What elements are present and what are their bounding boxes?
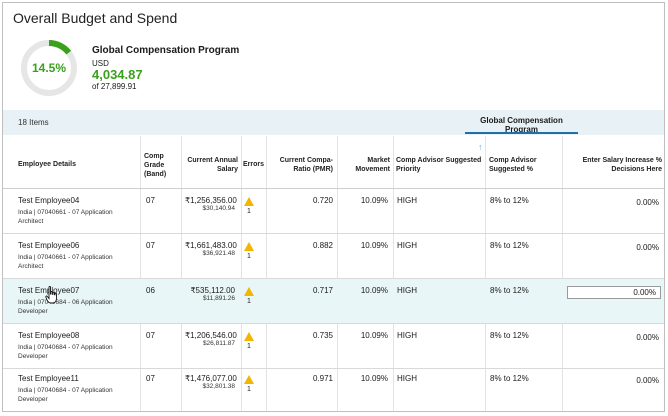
table-row[interactable]: Test Employee08 India | 07040684 - 07 Ap… — [3, 324, 664, 369]
header-salary-increase[interactable]: Enter Salary Increase % Decisions Here — [565, 156, 662, 174]
comp-grade: 07 — [146, 374, 155, 383]
salary-local: ₹1,661,483.00 — [185, 241, 237, 250]
budget-total: of 27,899.91 — [92, 82, 137, 91]
salary-increase-value[interactable]: 0.00% — [599, 243, 659, 252]
sort-ascending-icon[interactable]: ↑ — [478, 142, 483, 152]
compa-ratio: 0.971 — [312, 374, 333, 383]
salary-usd: $26,811.87 — [202, 340, 235, 347]
salary-local: ₹1,206,546.00 — [185, 331, 237, 340]
salary-usd: $32,801.38 — [202, 383, 235, 390]
header-suggested-priority[interactable]: Comp Advisor Suggested Priority — [396, 156, 484, 174]
header-employee-details[interactable]: Employee Details — [18, 160, 76, 169]
compa-ratio: 0.720 — [312, 196, 333, 205]
suggested-priority: HIGH — [397, 286, 417, 295]
salary-local: ₹1,256,356.00 — [185, 196, 237, 205]
suggested-percent: 8% to 12% — [490, 331, 529, 340]
salary-local: ₹1,476,077.00 — [185, 374, 237, 383]
suggested-percent: 8% to 12% — [490, 286, 529, 295]
compa-ratio: 0.717 — [312, 286, 333, 295]
suggested-priority: HIGH — [397, 196, 417, 205]
header-current-salary[interactable]: Current Annual Salary — [184, 156, 238, 174]
market-movement: 10.09% — [360, 374, 388, 383]
suggested-priority: HIGH — [397, 374, 417, 383]
employee-details: India | 07040661 - 07 Application Archit… — [18, 209, 113, 225]
header-suggested-percent[interactable]: Comp Advisor Suggested % — [489, 156, 559, 174]
hand-cursor-icon — [45, 286, 57, 304]
budget-percent: 14.5% — [31, 61, 67, 75]
error-count[interactable]: 1 — [247, 253, 251, 260]
compa-ratio: 0.882 — [312, 241, 333, 250]
salary-usd: $11,891.26 — [202, 295, 235, 302]
warning-icon[interactable] — [244, 197, 254, 206]
employee-details: India | 07040684 - 07 Application Develo… — [18, 344, 113, 360]
salary-increase-value[interactable]: 0.00% — [599, 376, 659, 385]
table-row-selected[interactable]: Test Employee07 India | 07040684 - 06 Ap… — [3, 279, 664, 324]
table-header: Employee Details Comp Grade (Band) Curre… — [3, 136, 664, 189]
page-title: Overall Budget and Spend — [13, 10, 178, 26]
header-comp-grade[interactable]: Comp Grade (Band) — [144, 152, 178, 179]
warning-icon[interactable] — [244, 287, 254, 296]
salary-usd: $30,140.94 — [202, 205, 235, 212]
table-row[interactable]: Test Employee11 India | 07040684 - 07 Ap… — [3, 367, 664, 411]
market-movement: 10.09% — [360, 241, 388, 250]
header-errors[interactable]: Errors — [243, 160, 264, 169]
warning-icon[interactable] — [244, 332, 254, 341]
header-compa-ratio[interactable]: Current Compa-Ratio (PMR) — [269, 156, 333, 174]
suggested-priority: HIGH — [397, 331, 417, 340]
employee-name[interactable]: Test Employee06 — [18, 241, 79, 250]
table-row[interactable]: Test Employee04 India | 07040661 - 07 Ap… — [3, 189, 664, 234]
market-movement: 10.09% — [360, 331, 388, 340]
salary-usd: $36,921.48 — [202, 250, 235, 257]
salary-increase-input[interactable]: 0.00% — [567, 286, 661, 299]
market-movement: 10.09% — [360, 196, 388, 205]
suggested-percent: 8% to 12% — [490, 374, 529, 383]
header-market-movement[interactable]: Market Movement — [340, 156, 390, 174]
employee-name[interactable]: Test Employee04 — [18, 196, 79, 205]
suggested-percent: 8% to 12% — [490, 196, 529, 205]
error-count[interactable]: 1 — [247, 386, 251, 393]
salary-increase-value[interactable]: 0.00% — [599, 333, 659, 342]
employee-details: India | 07040684 - 06 Application Develo… — [18, 299, 113, 315]
error-count[interactable]: 1 — [247, 298, 251, 305]
active-tab-indicator — [465, 132, 578, 134]
comp-grade: 07 — [146, 241, 155, 250]
suggested-percent: 8% to 12% — [490, 241, 529, 250]
compa-ratio: 0.735 — [312, 331, 333, 340]
employee-details: India | 07040684 - 07 Application Develo… — [18, 387, 113, 403]
warning-icon[interactable] — [244, 375, 254, 384]
items-count: 18 Items — [18, 118, 49, 127]
employee-details: India | 07040661 - 07 Application Archit… — [18, 254, 113, 270]
program-name: Global Compensation Program — [92, 45, 240, 56]
compensation-panel: Overall Budget and Spend 14.5% Global Co… — [2, 2, 665, 412]
comp-grade: 07 — [146, 331, 155, 340]
comp-grade: 06 — [146, 286, 155, 295]
error-count[interactable]: 1 — [247, 208, 251, 215]
spent-amount: 4,034.87 — [92, 67, 143, 82]
salary-local: ₹535,112.00 — [190, 286, 235, 295]
suggested-priority: HIGH — [397, 241, 417, 250]
employee-name[interactable]: Test Employee11 — [18, 374, 79, 383]
employee-name[interactable]: Test Employee08 — [18, 331, 79, 340]
salary-increase-value[interactable]: 0.00% — [599, 198, 659, 207]
warning-icon[interactable] — [244, 242, 254, 251]
market-movement: 10.09% — [360, 286, 388, 295]
comp-grade: 07 — [146, 196, 155, 205]
table-row[interactable]: Test Employee06 India | 07040661 - 07 Ap… — [3, 234, 664, 279]
table-toolbar: 18 Items Global Compensation Program — [3, 110, 664, 135]
error-count[interactable]: 1 — [247, 343, 251, 350]
